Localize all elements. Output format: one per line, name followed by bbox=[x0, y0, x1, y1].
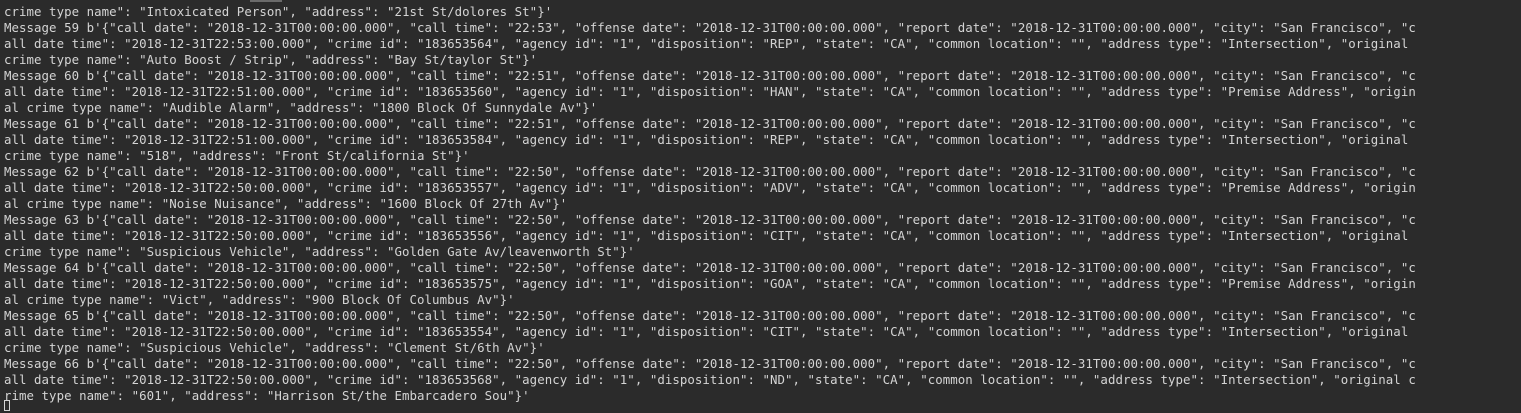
output-line: Message 64 b'{"call date": "2018-12-31T0… bbox=[4, 260, 1416, 275]
terminal-output[interactable]: crime type name": "Intoxicated Person", … bbox=[0, 0, 1521, 413]
output-line: all date time": "2018-12-31T22:50:00.000… bbox=[4, 372, 1416, 387]
output-line: al crime type name": "Noise Nuisance", "… bbox=[4, 196, 568, 211]
output-line: Message 61 b'{"call date": "2018-12-31T0… bbox=[4, 116, 1416, 131]
output-line: al crime type name": "Audible Alarm", "a… bbox=[4, 100, 598, 115]
output-line: crime type name": "Auto Boost / Strip", … bbox=[4, 52, 538, 67]
output-line: Message 63 b'{"call date": "2018-12-31T0… bbox=[4, 212, 1416, 227]
output-line: all date time": "2018-12-31T22:51:00.000… bbox=[4, 84, 1416, 99]
output-line: all date time": "2018-12-31T22:50:00.000… bbox=[4, 228, 1409, 243]
scroll-indicator bbox=[250, 0, 282, 2]
output-line: crime type name": "Suspicious Vehicle", … bbox=[4, 340, 545, 355]
output-line: all date time": "2018-12-31T22:50:00.000… bbox=[4, 324, 1409, 339]
output-line: crime type name": "Suspicious Vehicle", … bbox=[4, 244, 635, 259]
output-line: crime type name": "518", "address": "Fro… bbox=[4, 148, 470, 163]
output-line: crime type name": "Intoxicated Person", … bbox=[4, 4, 553, 19]
output-line: all date time": "2018-12-31T22:53:00.000… bbox=[4, 36, 1409, 51]
output-line: all date time": "2018-12-31T22:50:00.000… bbox=[4, 276, 1416, 291]
output-line: all date time": "2018-12-31T22:51:00.000… bbox=[4, 132, 1409, 147]
output-line: all date time": "2018-12-31T22:50:00.000… bbox=[4, 180, 1416, 195]
output-line: Message 59 b'{"call date": "2018-12-31T0… bbox=[4, 20, 1416, 35]
output-line: Message 62 b'{"call date": "2018-12-31T0… bbox=[4, 164, 1416, 179]
output-line: Message 66 b'{"call date": "2018-12-31T0… bbox=[4, 356, 1416, 371]
output-line: al crime type name": "Vict", "address": … bbox=[4, 292, 515, 307]
output-line: rime type name": "601", "address": "Harr… bbox=[4, 388, 530, 403]
terminal-cursor bbox=[4, 400, 10, 411]
output-line: Message 60 b'{"call date": "2018-12-31T0… bbox=[4, 68, 1416, 83]
output-line: Message 65 b'{"call date": "2018-12-31T0… bbox=[4, 308, 1416, 323]
